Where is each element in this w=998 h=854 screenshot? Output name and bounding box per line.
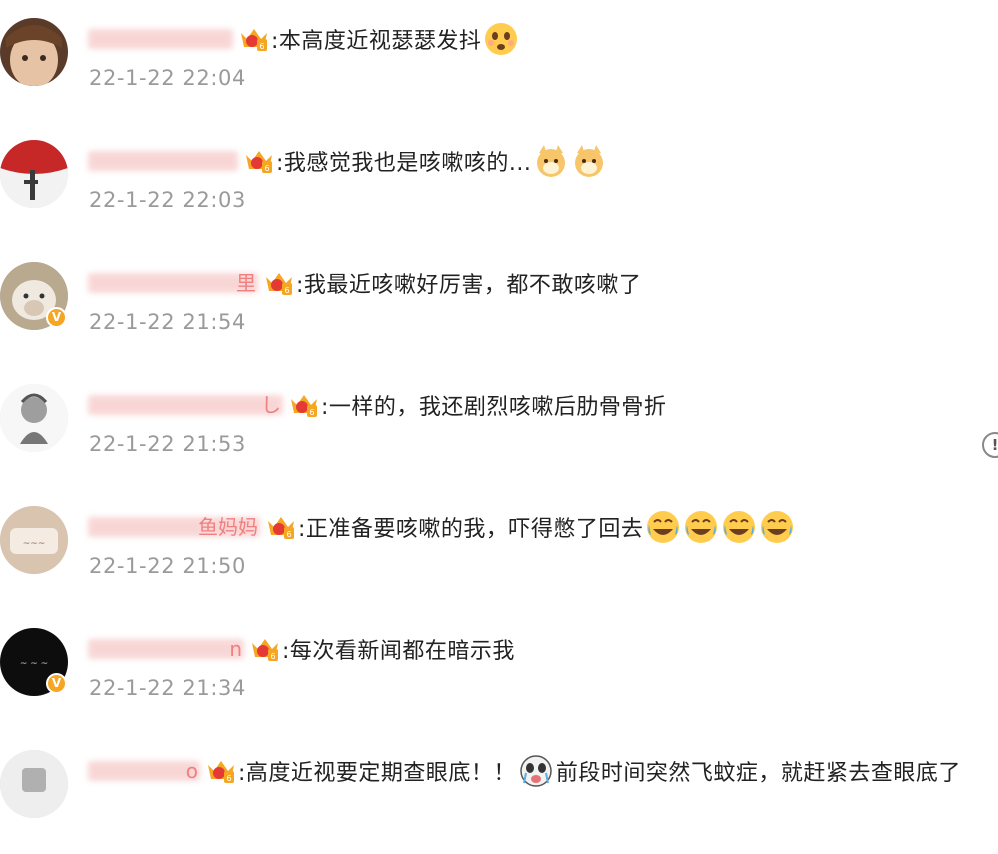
avatar-image [0, 384, 68, 452]
comment-text: :高度近视要定期查眼底！！ [238, 761, 516, 786]
username[interactable] [88, 26, 233, 52]
avatar[interactable] [0, 750, 68, 818]
crown-badge-icon: 6 [241, 29, 267, 51]
svg-text:6: 6 [259, 42, 264, 51]
crown-badge-icon: 6 [208, 761, 234, 783]
panda-cry-icon [520, 755, 552, 787]
shiver-face-icon [485, 23, 518, 55]
svg-text:6: 6 [286, 530, 291, 539]
svg-text:6: 6 [309, 408, 314, 417]
crown-badge-icon: 6 [252, 639, 278, 661]
avatar-image [0, 18, 68, 86]
avatar-image [0, 750, 68, 818]
shiba-dog-icon [575, 145, 604, 177]
comment-line: 6 :我感觉我也是咳嗽咳的... [88, 144, 607, 178]
comment-line: o 6 :高度近视要定期查眼底！！ 前段时间突然飞蚊症，就赶紧去查眼底了 [88, 754, 961, 788]
comment-text: :我感觉我也是咳嗽咳的... [276, 151, 532, 176]
shiba-dog-icon [537, 145, 566, 177]
comment-time: 22-1-22 22:04 [89, 66, 246, 90]
svg-text:~~~: ~~~ [23, 539, 46, 549]
laugh-cry-icon [761, 511, 794, 543]
comment-item: ~ ~ ~ V n 6 :每次看新闻都在暗示我 22-1-22 21:34 [0, 610, 998, 732]
username[interactable] [88, 148, 238, 174]
avatar-image [0, 140, 68, 208]
comment-item: o 6 :高度近视要定期查眼底！！ 前段时间突然飞蚊症，就赶紧去查眼底了 [0, 732, 998, 854]
comment-time: 22-1-22 21:34 [89, 676, 246, 700]
username[interactable]: 里 [88, 270, 258, 296]
verified-badge-icon: V [46, 673, 67, 694]
comment-line: 鱼妈妈 6 :正准备要咳嗽的我，吓得憋了回去 [88, 510, 795, 544]
crown-badge-icon: 6 [246, 151, 272, 173]
comment-item: し 6 :一样的，我还剧烈咳嗽后肋骨骨折 22-1-22 21:53 [0, 366, 998, 488]
comment-text: :一样的，我还剧烈咳嗽后肋骨骨折 [321, 395, 667, 420]
comment-item: ~~~ 鱼妈妈 6 :正准备要咳嗽的我，吓得憋了回去 22-1-22 21:50 [0, 488, 998, 610]
laugh-cry-icon [685, 511, 718, 543]
comment-text: :每次看新闻都在暗示我 [282, 639, 515, 664]
avatar[interactable]: ~~~ [0, 506, 68, 574]
username[interactable]: し [88, 392, 283, 418]
laugh-cry-icon [647, 511, 680, 543]
comment-text: :本高度近视瑟瑟发抖 [271, 29, 482, 54]
comment-time: 22-1-22 22:03 [89, 188, 246, 212]
comment-item: 6 :本高度近视瑟瑟发抖 22-1-22 22:04 [0, 0, 998, 122]
username[interactable]: 鱼妈妈 [88, 514, 260, 540]
username[interactable]: o [88, 758, 200, 784]
crown-badge-icon: 6 [268, 517, 294, 539]
laugh-cry-icon [723, 511, 756, 543]
comment-time: 22-1-22 21:50 [89, 554, 246, 578]
avatar[interactable] [0, 140, 68, 208]
comment-item: V 里 6 :我最近咳嗽好厉害，都不敢咳嗽了 22-1-22 21:54 [0, 244, 998, 366]
crown-badge-icon: 6 [266, 273, 292, 295]
svg-text:~ ~ ~: ~ ~ ~ [20, 659, 48, 669]
svg-text:6: 6 [226, 774, 231, 783]
comment-time: 22-1-22 21:54 [89, 310, 246, 334]
avatar[interactable] [0, 384, 68, 452]
avatar[interactable] [0, 18, 68, 86]
svg-text:6: 6 [284, 286, 289, 295]
comment-line: 6 :本高度近视瑟瑟发抖 [88, 22, 519, 56]
comment-text: :我最近咳嗽好厉害，都不敢咳嗽了 [296, 273, 642, 298]
comment-line: 里 6 :我最近咳嗽好厉害，都不敢咳嗽了 [88, 266, 641, 300]
comment-text: :正准备要咳嗽的我，吓得憋了回去 [298, 517, 644, 542]
comment-text-continued: 前段时间突然飞蚊症，就赶紧去查眼底了 [555, 761, 961, 786]
comment-line: し 6 :一样的，我还剧烈咳嗽后肋骨骨折 [88, 388, 666, 422]
username[interactable]: n [88, 636, 244, 662]
svg-text:6: 6 [264, 164, 269, 173]
verified-badge-icon: V [46, 307, 67, 328]
comment-time: 22-1-22 21:53 [89, 432, 246, 456]
avatar-image: ~~~ [0, 506, 68, 574]
comment-item: 6 :我感觉我也是咳嗽咳的... 22-1-22 22:03 [0, 122, 998, 244]
comment-line: n 6 :每次看新闻都在暗示我 [88, 632, 515, 666]
svg-text:6: 6 [270, 652, 275, 661]
crown-badge-icon: 6 [291, 395, 317, 417]
